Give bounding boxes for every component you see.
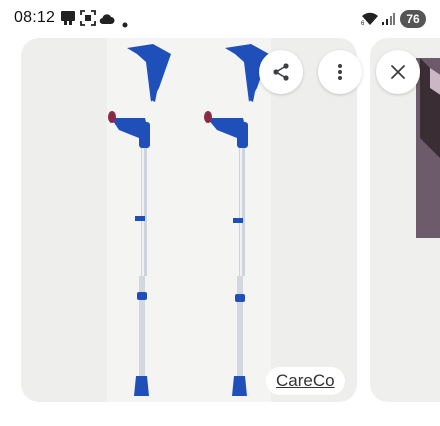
svg-text:6: 6 (361, 21, 365, 26)
more-options-button[interactable] (318, 50, 362, 94)
wifi-icon: 6 (361, 11, 379, 31)
close-icon (391, 65, 405, 79)
image-card-main[interactable]: CareCo (21, 38, 357, 402)
share-icon (273, 63, 289, 81)
cloud-icon (99, 12, 115, 30)
battery-level: 76 (400, 10, 426, 28)
source-chip[interactable]: CareCo (266, 367, 345, 395)
screenshot-icon (80, 10, 96, 31)
close-button[interactable] (376, 50, 420, 94)
status-time: 08:12 (14, 9, 56, 26)
dot-icon (122, 15, 128, 33)
more-vert-icon (338, 64, 342, 80)
share-button[interactable] (259, 50, 303, 94)
source-label[interactable]: CareCo (276, 371, 335, 391)
notification-app-icon (60, 10, 76, 31)
crutch-right-image (204, 44, 269, 396)
signal-icon (381, 12, 395, 31)
crutch-left-image (108, 44, 171, 396)
status-bar: 08:12 6 76 (0, 0, 440, 38)
